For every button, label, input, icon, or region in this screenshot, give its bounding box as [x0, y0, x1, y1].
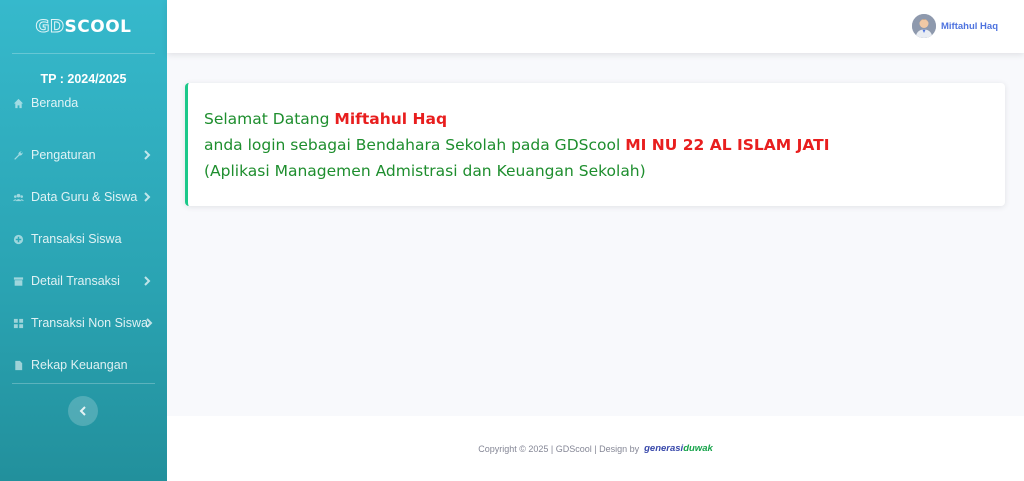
sidebar-item-rekap-keuangan[interactable]: Rekap Keuangan [0, 344, 167, 386]
topbar: Miftahul Haq [167, 0, 1024, 53]
sidebar-item-pengaturan[interactable]: Pengaturan [0, 134, 167, 176]
user-menu[interactable]: Miftahul Haq [912, 14, 998, 38]
school-name: MI NU 22 AL ISLAM JATI [625, 136, 830, 154]
sidebar-item-label: Beranda [31, 96, 79, 110]
home-icon [12, 97, 24, 109]
chevron-right-icon [145, 317, 155, 329]
plus-circle-icon [12, 233, 24, 245]
sidebar-item-beranda[interactable]: Beranda [0, 92, 167, 114]
logo-prefix: GD [35, 16, 65, 37]
chevron-left-icon [79, 406, 86, 416]
chevron-right-icon [143, 275, 153, 287]
grid-icon [12, 317, 24, 329]
sidebar-toggle-button[interactable] [68, 396, 98, 426]
sidebar-item-transaksi-siswa[interactable]: Transaksi Siswa [0, 218, 167, 260]
sidebar: GDSCOOL TP : 2024/2025 Beranda Pengatura… [0, 0, 167, 481]
chevron-right-icon [143, 191, 153, 203]
sidebar-divider [12, 383, 155, 384]
sidebar-item-data-guru-siswa[interactable]: Data Guru & Siswa [0, 176, 167, 218]
users-icon [12, 191, 24, 203]
sidebar-item-detail-transaksi[interactable]: Detail Transaksi [0, 260, 167, 302]
sidebar-item-label: Detail Transaksi [31, 274, 120, 288]
welcome-line-2: anda login sebagai Bendahara Sekolah pad… [204, 132, 1005, 158]
sidebar-item-label: Transaksi Non Siswa [31, 316, 148, 330]
welcome-card: Selamat Datang Miftahul Haq anda login s… [185, 83, 1005, 206]
school-year: TP : 2024/2025 [40, 72, 127, 86]
footer: Copyright © 2025 | GDScool | Design by g… [167, 416, 1024, 481]
welcome-user-name: Miftahul Haq [334, 110, 448, 128]
sidebar-item-label: Data Guru & Siswa [31, 190, 138, 204]
file-icon [12, 359, 24, 371]
copyright-text: Copyright © 2025 | GDScool | Design by [478, 443, 640, 454]
archive-icon [12, 275, 24, 287]
sidebar-item-label: Transaksi Siswa [31, 232, 122, 246]
app-description: (Aplikasi Managemen Admistrasi dan Keuan… [204, 162, 646, 180]
chevron-right-icon [143, 149, 153, 161]
sidebar-item-label: Pengaturan [31, 148, 96, 162]
welcome-login-text: anda login sebagai Bendahara Sekolah pad… [204, 136, 621, 154]
user-name: Miftahul Haq [941, 20, 998, 32]
sidebar-item-label: Rekap Keuangan [31, 358, 128, 372]
designer-brand-part2: duwak [683, 443, 713, 454]
welcome-line-1: Selamat Datang Miftahul Haq [204, 106, 1005, 132]
designer-logo[interactable]: generasiduwak [644, 443, 713, 454]
logo-text: SCOOL [64, 16, 132, 37]
avatar [912, 14, 936, 38]
designer-brand-part1: generasi [644, 443, 684, 454]
sidebar-item-transaksi-non-siswa[interactable]: Transaksi Non Siswa [0, 302, 167, 344]
wrench-icon [12, 149, 24, 161]
brand-logo[interactable]: GDSCOOL [0, 0, 167, 53]
welcome-greeting: Selamat Datang [204, 110, 330, 128]
